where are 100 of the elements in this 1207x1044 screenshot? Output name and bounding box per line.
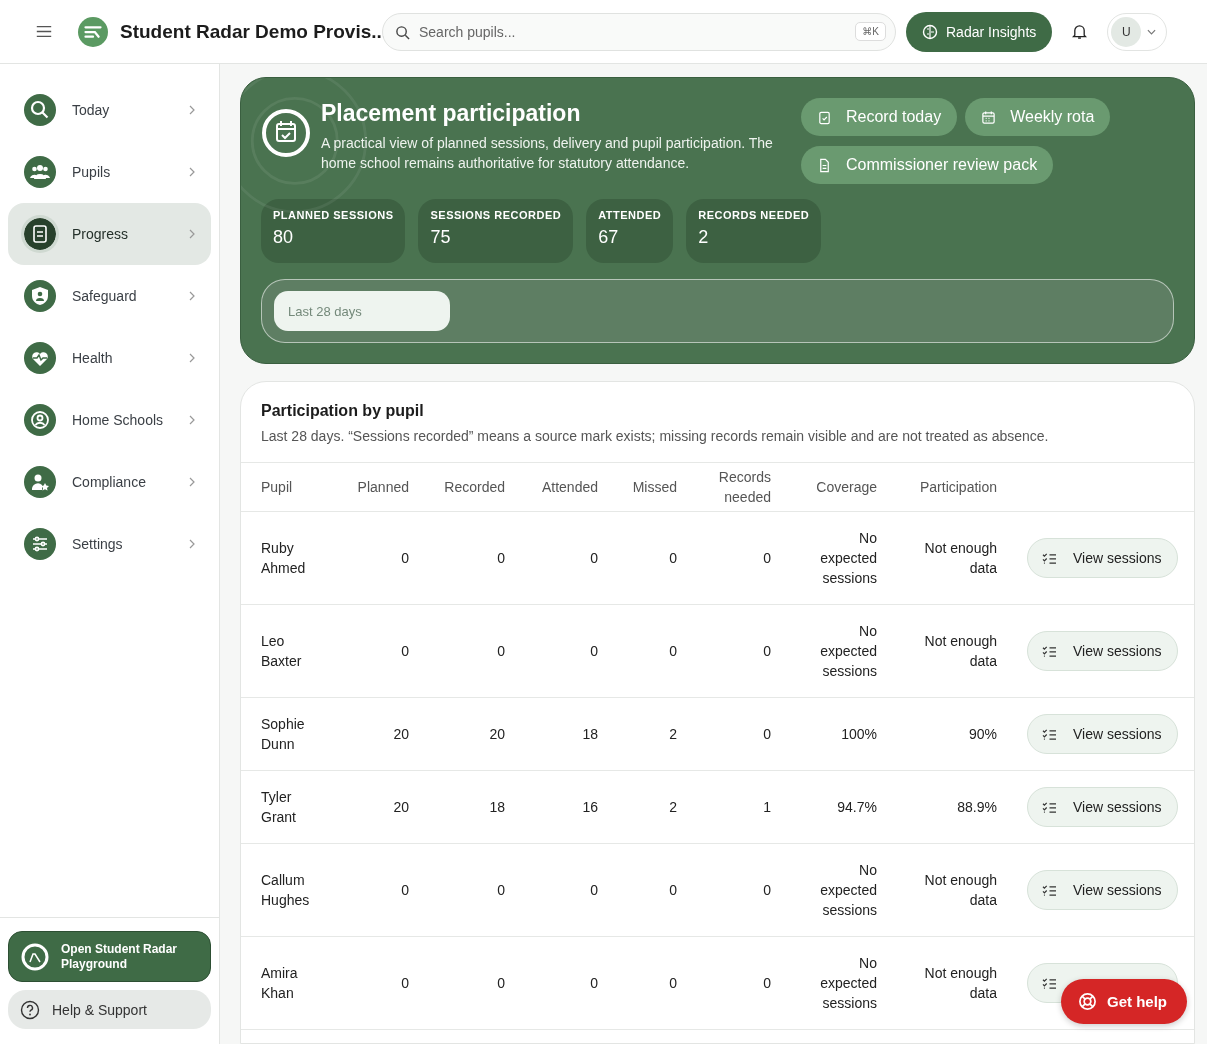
table-cell-text: 0 [496,549,505,568]
bell-icon[interactable] [1072,23,1088,40]
table-title: Participation by pupil [261,402,425,420]
stat-value: 80 [273,227,295,248]
column-header: Recorded [443,478,505,497]
column-header: Records needed [717,468,771,507]
menu-icon[interactable] [36,25,52,38]
column-header: Planned [356,478,409,497]
table-cell-text: 1 [762,798,771,817]
table-cell-text: 94.7% [836,798,877,817]
stat-label: RECORDS NEEDED [698,209,810,221]
stat-value: 75 [430,227,452,248]
stat-value: 67 [598,227,620,248]
table-cell-text: 0 [668,642,677,661]
table-cell-text: 18 [581,725,598,744]
table-subtitle: Last 28 days. “Sessions recorded” means a source mark exists; missing records remain visible and are not treated as absence. [261,428,1050,444]
column-header: Attended [540,478,598,497]
table-cell-text: 0 [762,725,771,744]
table-cell-text: 0 [589,974,598,993]
calendar-check-icon [261,108,311,158]
table-cell-text: 0 [668,881,677,900]
table-cell-text: 0 [668,549,677,568]
chevron-right-icon [189,167,195,177]
checklist-icon [1042,800,1057,814]
table-cell-text: 0 [496,881,505,900]
table-cell-text: 0 [668,974,677,993]
help-support-button[interactable]: Help & Support [8,990,211,1029]
table-cell-text: Ruby Ahmed [261,539,307,578]
get-help-button[interactable]: Get help [1061,979,1187,1024]
app-title: Student Radar Demo Provis... [120,20,382,43]
table-cell-text: 0 [762,549,771,568]
table-cell-text: 0 [762,974,771,993]
nav-item[interactable]: Safeguard [8,265,211,327]
chevron-right-icon [189,477,195,487]
nav-item[interactable]: Progress [8,203,211,265]
table-cell-text: 2 [668,725,677,744]
table-cell-text: 0 [400,974,409,993]
view-sessions-button[interactable]: View sessions [1027,787,1178,827]
search-icon [395,24,410,40]
nav-item[interactable]: Pupils [8,141,211,203]
table-cell-text: Amira Khan [261,964,299,1003]
table-cell-text: Not enough data [923,632,997,671]
chevron-right-icon [189,229,195,239]
table-cell-text: 90% [967,725,997,744]
view-sessions-button[interactable]: View sessions [1027,714,1178,754]
document-icon [817,157,832,173]
stat-label: PLANNED SESSIONS [273,209,394,221]
avatar: U [1111,16,1142,47]
column-header: Participation [918,478,997,497]
checklist-icon [1042,727,1057,741]
table-cell-text: 88.9% [956,798,997,817]
nav-item[interactable]: Settings [8,513,211,575]
checklist-icon [1042,976,1057,990]
chevron-down-icon [1147,28,1157,35]
table-cell-text: Tyler Grant [261,788,297,827]
hero-title: Placement participation [321,100,582,127]
table-cell-text: 100% [840,725,877,744]
table-cell-text: Not enough data [923,964,997,1003]
question-icon [20,999,40,1020]
view-sessions-button[interactable]: View sessions [1027,538,1178,578]
column-header: Pupil [261,478,294,497]
stat-label: ATTENDED [598,209,662,221]
nav-item[interactable]: Health [8,327,211,389]
column-header: Missed [631,478,677,497]
nav-item[interactable]: Today [8,79,211,141]
table-cell-text: 0 [589,642,598,661]
table-cell-text: 16 [581,798,598,817]
stat-value: 2 [698,227,710,248]
chevron-right-icon [189,291,195,301]
chevron-right-icon [189,415,195,425]
nav-item[interactable]: Home Schools [8,389,211,451]
playground-button[interactable]: Open Student Radar Playground [8,931,211,982]
checklist-icon [1042,551,1057,565]
table-cell-text: 0 [400,642,409,661]
chevron-right-icon [189,353,195,363]
table-cell-text: Not enough data [923,871,997,910]
table-cell-text: 20 [392,798,409,817]
view-sessions-button[interactable]: View sessions [1027,870,1178,910]
clipboard-icon [24,218,56,250]
nav-item[interactable]: Compliance [8,451,211,513]
table-cell-text: Not enough data [923,539,997,578]
table-cell-text: 0 [589,881,598,900]
table-cell-text: 2 [668,798,677,817]
people-icon [24,156,56,188]
sliders-icon [24,528,56,560]
checklist-icon [1042,644,1057,658]
table-cell-text: No expected sessions [819,954,877,1013]
clipboard-icon [817,109,832,125]
table-cell-text: No expected sessions [819,529,877,588]
calendar-icon [981,109,997,125]
insights-button[interactable]: Radar Insights [906,11,1053,52]
table-cell-text: 20 [392,725,409,744]
column-header: Coverage [815,478,877,497]
table-cell-text: 18 [488,798,505,817]
view-sessions-button[interactable]: View sessions [1027,631,1178,671]
table-cell-text: Callum Hughes [261,871,311,910]
table-cell-text: 0 [400,881,409,900]
chevron-right-icon [189,539,195,549]
magnifier-icon [24,94,56,126]
logo-icon [78,16,108,47]
